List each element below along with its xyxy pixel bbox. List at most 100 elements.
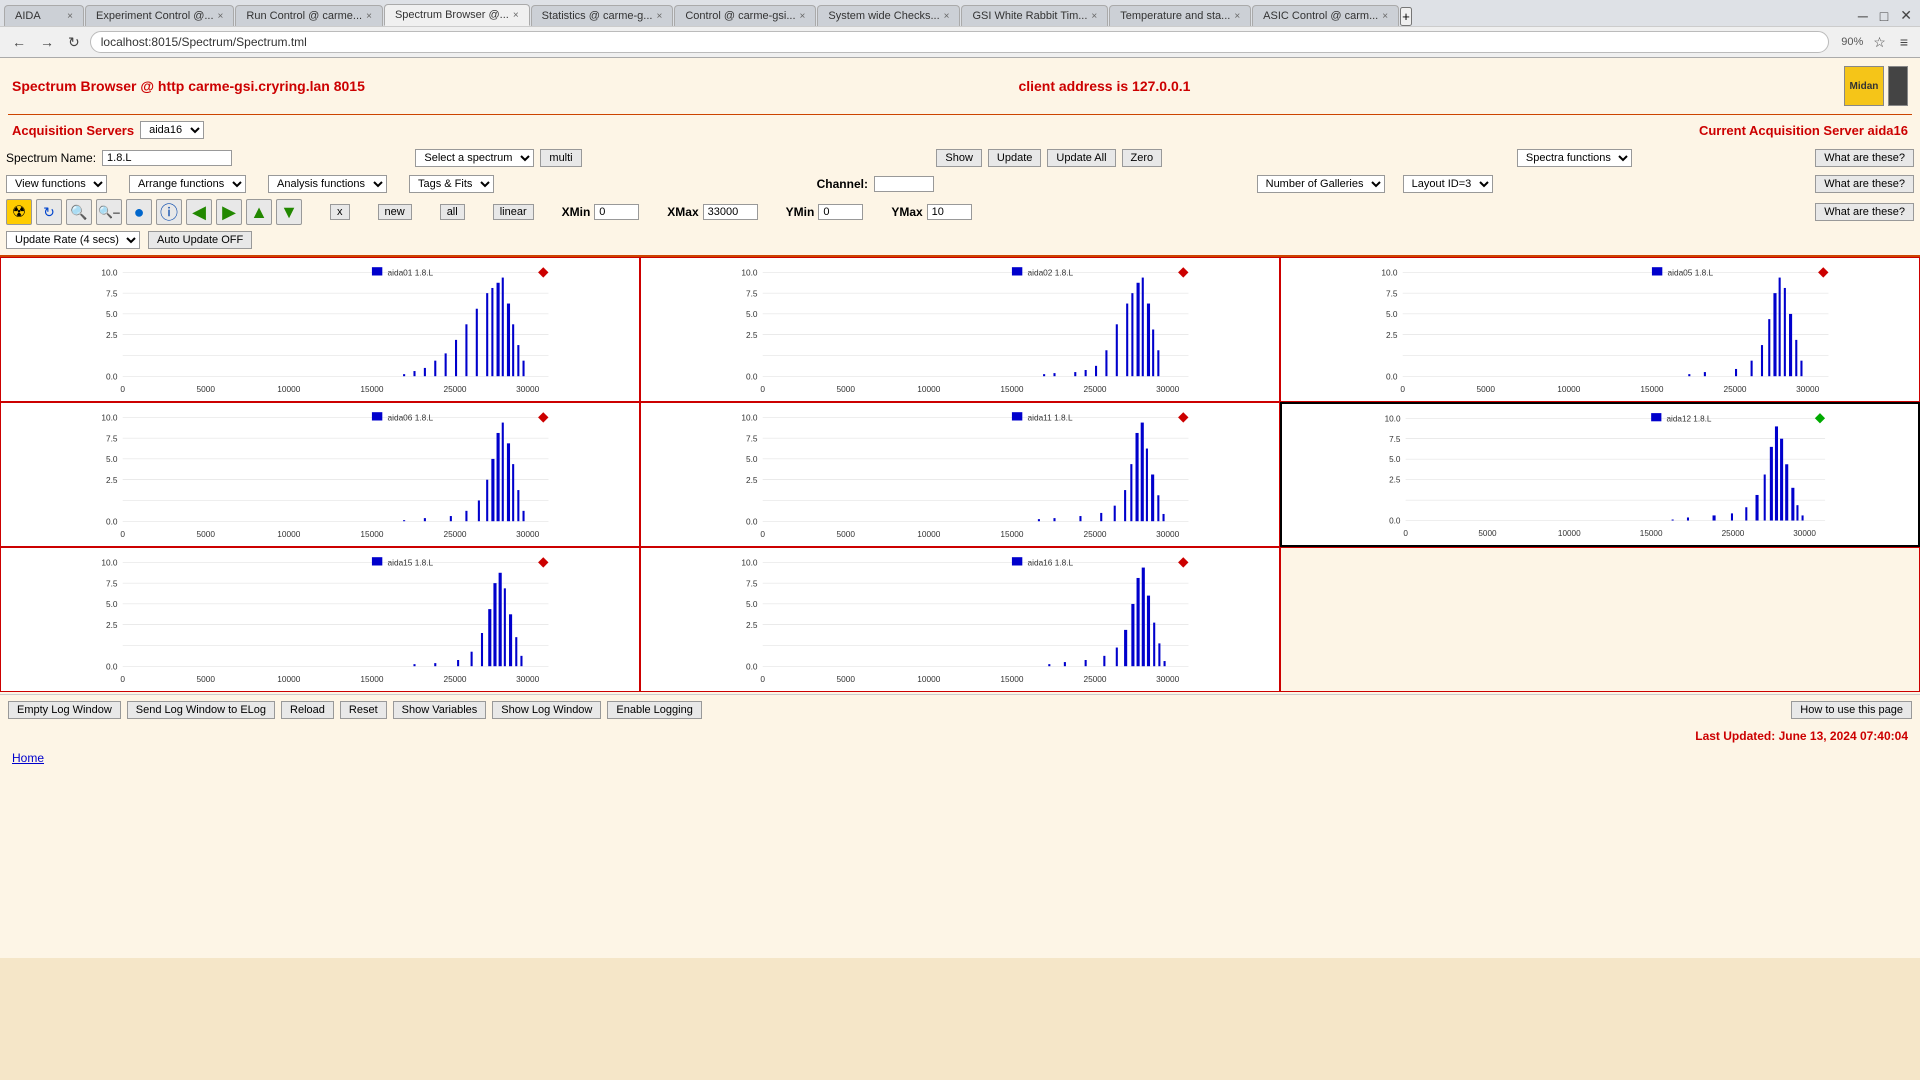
update-all-button[interactable]: Update All [1047, 149, 1115, 167]
extensions-button[interactable]: ≡ [1896, 32, 1912, 52]
chart-svg-aida06: 10.0 7.5 5.0 2.5 0.0 0 5000 10000 15000 … [5, 407, 635, 542]
maximize-button[interactable]: □ [1876, 5, 1892, 26]
new-tab-button[interactable]: + [1400, 7, 1412, 26]
chart-aida16[interactable]: 10.0 7.5 5.0 2.5 0.0 0 5000 10000 15000 … [640, 547, 1280, 692]
tab-statistics[interactable]: Statistics @ carme-g... × [531, 5, 674, 26]
logo-area: Midan [1844, 66, 1908, 106]
zoom-out-icon[interactable]: 🔍– [96, 199, 122, 225]
auto-update-button[interactable]: Auto Update OFF [148, 231, 252, 249]
select-spectrum-dropdown[interactable]: Select a spectrum [415, 149, 534, 167]
tab-asic[interactable]: ASIC Control @ carm... × [1252, 5, 1399, 26]
back-button[interactable]: ← [8, 32, 30, 52]
analysis-functions-select[interactable]: Analysis functions [268, 175, 387, 193]
ymin-input[interactable] [818, 204, 863, 220]
chart-aida02[interactable]: 10.0 7.5 5.0 2.5 0.0 0 5000 10000 15000 … [640, 257, 1280, 402]
show-button[interactable]: Show [936, 149, 982, 167]
reload-button[interactable]: Reload [281, 701, 334, 719]
zoom-in-icon[interactable]: 🔍 [66, 199, 92, 225]
close-tab-icon[interactable]: × [1234, 11, 1240, 22]
update-button[interactable]: Update [988, 149, 1041, 167]
close-tab-icon[interactable]: × [944, 11, 950, 22]
chart-aida15[interactable]: 10.0 7.5 5.0 2.5 0.0 0 5000 10000 15000 … [0, 547, 640, 692]
show-variables-button[interactable]: Show Variables [393, 701, 487, 719]
show-log-window-button[interactable]: Show Log Window [492, 701, 601, 719]
radiation-icon[interactable]: ☢ [6, 199, 32, 225]
how-to-button[interactable]: How to use this page [1791, 701, 1912, 719]
circle-icon[interactable]: ● [126, 199, 152, 225]
chart-aida12[interactable]: 10.0 7.5 5.0 2.5 0.0 0 5000 10000 15000 … [1280, 402, 1920, 547]
home-link[interactable]: Home [12, 751, 44, 765]
last-updated-text: Last Updated: June 13, 2024 07:40:04 [1695, 729, 1908, 743]
arrange-functions-select[interactable]: Arrange functions [129, 175, 246, 193]
enable-logging-button[interactable]: Enable Logging [607, 701, 701, 719]
xmax-input[interactable] [703, 204, 758, 220]
zero-button[interactable]: Zero [1122, 149, 1163, 167]
svg-text:10000: 10000 [277, 674, 300, 684]
what-these-1-button[interactable]: What are these? [1815, 149, 1914, 167]
xmin-input[interactable] [594, 204, 639, 220]
spectra-functions-select[interactable]: Spectra functions [1517, 149, 1632, 167]
svg-text:30000: 30000 [516, 384, 539, 394]
ymax-input[interactable] [927, 204, 972, 220]
x-button[interactable]: x [330, 204, 350, 220]
chart-svg-aida12: 10.0 7.5 5.0 2.5 0.0 0 5000 10000 15000 … [1286, 408, 1914, 541]
empty-log-window-button[interactable]: Empty Log Window [8, 701, 121, 719]
chart-aida06[interactable]: 10.0 7.5 5.0 2.5 0.0 0 5000 10000 15000 … [0, 402, 640, 547]
what-these-2-button[interactable]: What are these? [1815, 175, 1914, 193]
close-tab-icon[interactable]: × [1091, 11, 1097, 22]
tab-aida[interactable]: AIDA × [4, 5, 84, 26]
spectrum-name-input[interactable] [102, 150, 232, 166]
svg-text:10.0: 10.0 [101, 268, 118, 278]
linear-button[interactable]: linear [493, 204, 534, 220]
info-icon[interactable]: ⓘ [156, 199, 182, 225]
tab-gsi[interactable]: GSI White Rabbit Tim... × [961, 5, 1108, 26]
close-tab-icon[interactable]: × [1382, 11, 1388, 22]
send-log-elog-button[interactable]: Send Log Window to ELog [127, 701, 275, 719]
svg-text:7.5: 7.5 [746, 578, 758, 588]
up-icon[interactable]: ▲ [246, 199, 272, 225]
down-icon[interactable]: ▼ [276, 199, 302, 225]
svg-text:2.5: 2.5 [746, 330, 758, 340]
what-these-3-button[interactable]: What are these? [1815, 203, 1914, 221]
acq-servers-select[interactable]: aida16 [140, 121, 204, 139]
tab-control[interactable]: Control @ carme-gsi... × [674, 5, 816, 26]
refresh-icon[interactable]: ↻ [36, 199, 62, 225]
tab-temp[interactable]: Temperature and sta... × [1109, 5, 1251, 26]
bookmark-button[interactable]: ☆ [1869, 32, 1890, 53]
multi-button[interactable]: multi [540, 149, 581, 167]
tab-run[interactable]: Run Control @ carme... × [235, 5, 383, 26]
chart-aida01[interactable]: 10.0 7.5 5.0 2.5 0.0 0 5000 10000 15000 … [0, 257, 640, 402]
tab-experiment[interactable]: Experiment Control @... × [85, 5, 234, 26]
new-button[interactable]: new [378, 204, 412, 220]
next-icon[interactable]: ▶ [216, 199, 242, 225]
close-tab-icon[interactable]: × [366, 11, 372, 22]
close-tab-icon[interactable]: × [656, 11, 662, 22]
view-functions-select[interactable]: View functions [6, 175, 107, 193]
tags-fits-select[interactable]: Tags & Fits [409, 175, 494, 193]
chart-aida05[interactable]: 10.0 7.5 5.0 2.5 0.0 0 5000 10000 15000 … [1280, 257, 1920, 402]
svg-text:0: 0 [760, 529, 765, 539]
close-tab-icon[interactable]: × [513, 10, 519, 21]
tab-spectrum[interactable]: Spectrum Browser @... × [384, 4, 530, 26]
close-tab-icon[interactable]: × [218, 11, 224, 22]
prev-icon[interactable]: ◀ [186, 199, 212, 225]
channel-input[interactable] [874, 176, 934, 192]
svg-text:7.5: 7.5 [746, 288, 758, 298]
minimize-button[interactable]: ─ [1854, 5, 1872, 26]
close-tab-icon[interactable]: × [800, 11, 806, 22]
close-tab-icon[interactable]: × [67, 11, 73, 22]
svg-text:30000: 30000 [1156, 384, 1179, 394]
update-rate-select[interactable]: Update Rate (4 secs) [6, 231, 140, 249]
address-bar[interactable]: localhost:8015/Spectrum/Spectrum.tml [90, 31, 1830, 53]
tab-system[interactable]: System wide Checks... × [817, 5, 960, 26]
all-button[interactable]: all [440, 204, 465, 220]
layout-id-select[interactable]: Layout ID=3 [1403, 175, 1493, 193]
svg-text:5.0: 5.0 [106, 454, 118, 464]
number-galleries-select[interactable]: Number of Galleries [1257, 175, 1385, 193]
forward-button[interactable]: → [36, 32, 58, 52]
close-window-button[interactable]: ✕ [1896, 5, 1916, 26]
reset-button[interactable]: Reset [340, 701, 387, 719]
reload-button[interactable]: ↻ [64, 32, 84, 53]
svg-text:0: 0 [120, 529, 125, 539]
chart-aida11[interactable]: 10.0 7.5 5.0 2.5 0.0 0 5000 10000 15000 … [640, 402, 1280, 547]
